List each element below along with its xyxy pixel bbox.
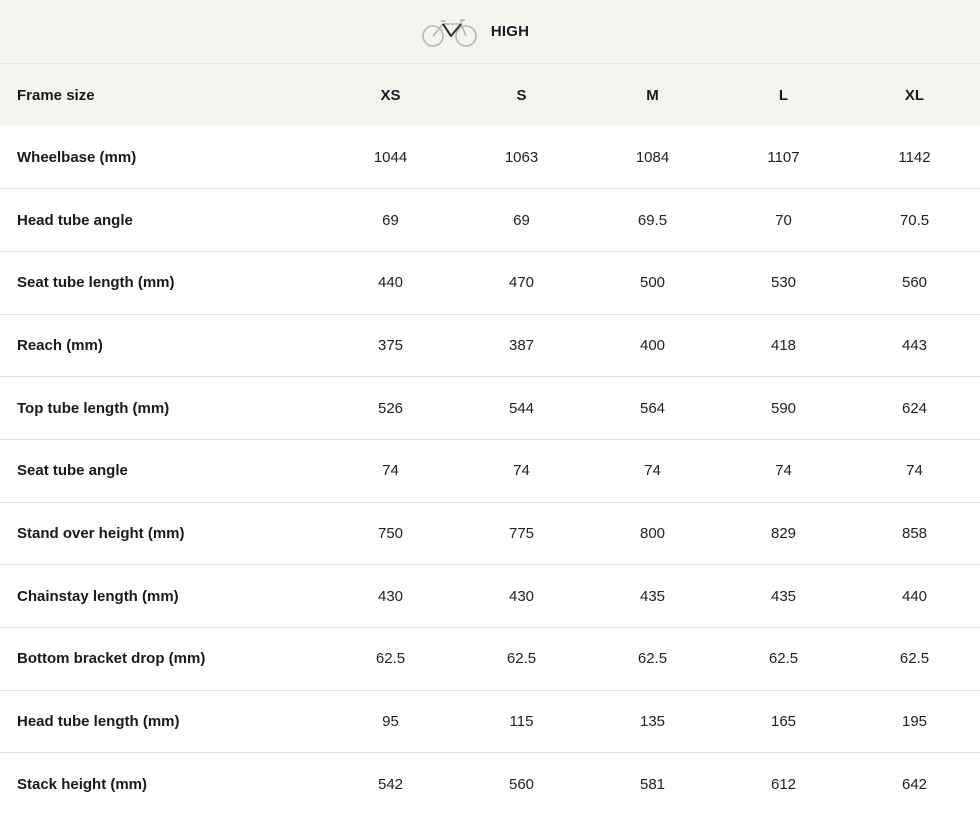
value-cell-m: 69.5: [637, 211, 668, 229]
geometry-table: Frame size XS S M L XL Wheelbase (mm) 104…: [0, 64, 980, 816]
value-cell-m: 62.5: [637, 650, 668, 668]
value-cell-s: 544: [508, 399, 535, 417]
row-label: Reach (mm): [17, 336, 103, 354]
value-cell-xl: 74: [906, 462, 923, 480]
table-row: Top tube length (mm) 526 544 564 590 624: [0, 377, 980, 440]
value-cell-xl: 70.5: [899, 211, 930, 229]
value-cell-s: 69: [513, 211, 530, 229]
value-cell-m: 564: [639, 399, 666, 417]
value-cell-l: 590: [770, 399, 797, 417]
value-cell-m: 1084: [635, 148, 670, 166]
table-row: Chainstay length (mm) 430 430 435 435 440: [0, 565, 980, 628]
value-cell-s: 74: [513, 462, 530, 480]
value-cell-s: 1063: [504, 148, 539, 166]
value-cell-xs: 62.5: [375, 650, 406, 668]
row-label: Seat tube angle: [17, 462, 128, 480]
value-cell-l: 70: [775, 211, 792, 229]
value-cell-s: 560: [508, 775, 535, 793]
table-row: Head tube angle 69 69 69.5 70 70.5: [0, 189, 980, 252]
value-cell-s: 470: [508, 274, 535, 292]
geometry-variant-header: HIGH: [0, 0, 980, 64]
value-cell-xs: 750: [377, 524, 404, 542]
value-cell-s: 430: [508, 587, 535, 605]
table-row: Wheelbase (mm) 1044 1063 1084 1107 1142: [0, 126, 980, 189]
value-cell-xs: 74: [382, 462, 399, 480]
road-bike-icon: [421, 15, 479, 49]
value-cell-xl: 624: [901, 399, 928, 417]
value-cell-xl: 195: [901, 713, 928, 731]
row-label: Chainstay length (mm): [17, 587, 179, 605]
column-header-l: L: [778, 86, 789, 104]
value-cell-m: 581: [639, 775, 666, 793]
table-row: Stand over height (mm) 750 775 800 829 858: [0, 502, 980, 565]
column-header-xs: XS: [380, 86, 401, 104]
value-cell-xs: 95: [382, 713, 399, 731]
value-cell-l: 530: [770, 274, 797, 292]
value-cell-s: 387: [508, 336, 535, 354]
value-cell-m: 135: [639, 713, 666, 731]
value-cell-xs: 69: [382, 211, 399, 229]
table-row: Stack height (mm) 542 560 581 612 642: [0, 753, 980, 816]
table-row: Seat tube length (mm) 440 470 500 530 560: [0, 251, 980, 315]
value-cell-m: 400: [639, 336, 666, 354]
row-label: Top tube length (mm): [17, 399, 170, 417]
value-cell-xl: 858: [901, 524, 928, 542]
value-cell-xs: 1044: [373, 148, 408, 166]
column-header-xl: XL: [904, 86, 925, 104]
geometry-table-header: Frame size XS S M L XL: [0, 64, 980, 126]
row-label: Head tube angle: [17, 211, 133, 229]
column-header-s: S: [516, 86, 527, 104]
value-cell-xl: 642: [901, 775, 928, 793]
table-row: Seat tube angle 74 74 74 74 74: [0, 439, 980, 503]
value-cell-xs: 375: [377, 336, 404, 354]
header-row: Frame size XS S M L XL: [0, 64, 980, 126]
geometry-table-body: Wheelbase (mm) 1044 1063 1084 1107 1142 Head t…: [0, 126, 980, 816]
value-cell-l: 435: [770, 587, 797, 605]
row-label: Stack height (mm): [17, 775, 148, 793]
value-cell-xl: 1142: [898, 148, 931, 166]
value-cell-l: 612: [770, 775, 797, 793]
row-label: Bottom bracket drop (mm): [17, 650, 206, 668]
value-cell-l: 74: [775, 462, 792, 480]
value-cell-m: 500: [639, 274, 666, 292]
variant-label: HIGH: [490, 23, 530, 40]
row-label: Wheelbase (mm): [17, 148, 137, 166]
value-cell-l: 829: [770, 524, 797, 542]
value-cell-xs: 542: [377, 775, 404, 793]
value-cell-m: 435: [639, 587, 666, 605]
column-header-frame-size: Frame size: [17, 86, 95, 104]
column-header-m: M: [646, 86, 659, 104]
row-label: Stand over height (mm): [17, 524, 185, 542]
value-cell-l: 418: [770, 336, 797, 354]
value-cell-s: 62.5: [506, 650, 537, 668]
value-cell-xl: 440: [901, 587, 928, 605]
table-row: Bottom bracket drop (mm) 62.5 62.5 62.5 62.5…: [0, 628, 980, 691]
value-cell-xs: 526: [377, 399, 404, 417]
table-row: Reach (mm) 375 387 400 418 443: [0, 314, 980, 377]
value-cell-s: 775: [508, 524, 535, 542]
value-cell-m: 800: [639, 524, 666, 542]
value-cell-xl: 443: [901, 336, 928, 354]
value-cell-l: 165: [770, 713, 797, 731]
value-cell-l: 1107: [767, 148, 800, 166]
value-cell-s: 115: [509, 713, 534, 731]
value-cell-xl: 560: [901, 274, 928, 292]
value-cell-xs: 430: [377, 587, 404, 605]
row-label: Seat tube length (mm): [17, 274, 175, 292]
row-label: Head tube length (mm): [17, 713, 180, 731]
value-cell-xs: 440: [377, 274, 404, 292]
value-cell-l: 62.5: [768, 650, 799, 668]
value-cell-m: 74: [644, 462, 661, 480]
value-cell-xl: 62.5: [899, 650, 930, 668]
table-row: Head tube length (mm) 95 115 135 165 195: [0, 690, 980, 753]
